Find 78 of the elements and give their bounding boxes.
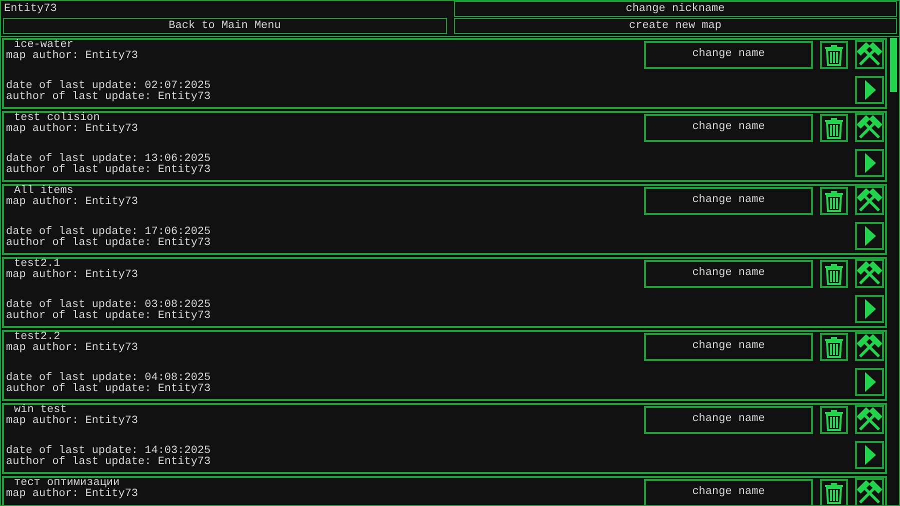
change-name-button[interactable]: change name — [644, 478, 813, 505]
update-date: date of last update: 04:08:2025 — [6, 373, 211, 384]
crossed-hammers-icon — [857, 188, 882, 214]
trash-icon — [823, 42, 845, 66]
back-button[interactable]: Back to Main Menu — [3, 18, 446, 34]
create-map-button[interactable]: create new map — [454, 18, 897, 34]
change-name-button[interactable]: change name — [644, 260, 813, 288]
map-title: All items — [13, 186, 74, 197]
update-author: author of last update: Entity73 — [6, 92, 211, 103]
change-name-button[interactable]: change name — [644, 406, 813, 434]
map-title: test2.1 — [13, 259, 60, 270]
map-title: тест оптимизации — [13, 478, 120, 489]
map-title: ice-water — [13, 40, 74, 51]
edit-button[interactable] — [855, 478, 884, 505]
change-nickname-button[interactable]: change nickname — [454, 1, 897, 17]
play-icon — [864, 445, 876, 465]
delete-button[interactable] — [820, 40, 848, 68]
play-button[interactable] — [855, 149, 884, 177]
play-button[interactable] — [855, 295, 884, 323]
update-author: author of last update: Entity73 — [6, 457, 211, 468]
delete-button[interactable] — [820, 332, 848, 360]
map-title: win test — [13, 405, 67, 416]
trash-icon — [823, 408, 845, 432]
update-author: author of last update: Entity73 — [6, 384, 211, 395]
trash-icon — [823, 116, 845, 140]
map-author: map author: Entity73 — [6, 343, 138, 354]
username-label: Entity73 — [3, 4, 57, 14]
map-title: test colision — [13, 113, 100, 124]
change-name-button[interactable]: change name — [644, 40, 813, 68]
play-icon — [864, 372, 876, 392]
play-button[interactable] — [855, 368, 884, 396]
map-author: map author: Entity73 — [6, 270, 138, 281]
delete-button[interactable] — [820, 406, 848, 434]
change-name-button[interactable]: change name — [644, 114, 813, 142]
play-button[interactable] — [855, 441, 884, 469]
update-date: date of last update: 17:06:2025 — [6, 227, 211, 238]
delete-button[interactable] — [820, 260, 848, 288]
update-author: author of last update: Entity73 — [6, 238, 211, 249]
map-author: map author: Entity73 — [6, 51, 138, 62]
delete-button[interactable] — [820, 478, 848, 505]
update-date: date of last update: 02:07:2025 — [6, 81, 211, 92]
edit-button[interactable] — [855, 405, 884, 434]
edit-button[interactable] — [855, 113, 884, 142]
trash-icon — [823, 334, 845, 358]
crossed-hammers-icon — [857, 334, 882, 360]
crossed-hammers-icon — [857, 406, 882, 432]
map-author: map author: Entity73 — [6, 416, 138, 427]
change-name-button[interactable]: change name — [644, 186, 813, 214]
edit-button[interactable] — [855, 332, 884, 361]
crossed-hammers-icon — [857, 114, 882, 140]
play-icon — [864, 153, 876, 173]
trash-icon — [823, 480, 845, 504]
delete-button[interactable] — [820, 186, 848, 214]
crossed-hammers-icon — [857, 480, 882, 505]
update-author: author of last update: Entity73 — [6, 311, 211, 322]
play-button[interactable] — [855, 222, 884, 250]
update-author: author of last update: Entity73 — [6, 165, 211, 176]
delete-button[interactable] — [820, 114, 848, 142]
trash-icon — [823, 188, 845, 212]
update-date: date of last update: 13:06:2025 — [6, 154, 211, 165]
map-author: map author: Entity73 — [6, 197, 138, 208]
map-title: test2.2 — [13, 332, 60, 343]
edit-button[interactable] — [855, 40, 884, 69]
crossed-hammers-icon — [857, 42, 882, 68]
update-date: date of last update: 03:08:2025 — [6, 300, 211, 311]
edit-button[interactable] — [855, 186, 884, 215]
edit-button[interactable] — [855, 259, 884, 288]
crossed-hammers-icon — [857, 260, 882, 286]
play-button[interactable] — [855, 76, 884, 104]
map-author: map author: Entity73 — [6, 124, 138, 135]
scrollbar-thumb[interactable] — [890, 38, 897, 92]
map-author: map author: Entity73 — [6, 489, 138, 500]
trash-icon — [823, 262, 845, 286]
update-date: date of last update: 14:03:2025 — [6, 446, 211, 457]
play-icon — [864, 226, 876, 246]
change-name-button[interactable]: change name — [644, 332, 813, 360]
play-icon — [864, 299, 876, 319]
play-icon — [864, 80, 876, 100]
